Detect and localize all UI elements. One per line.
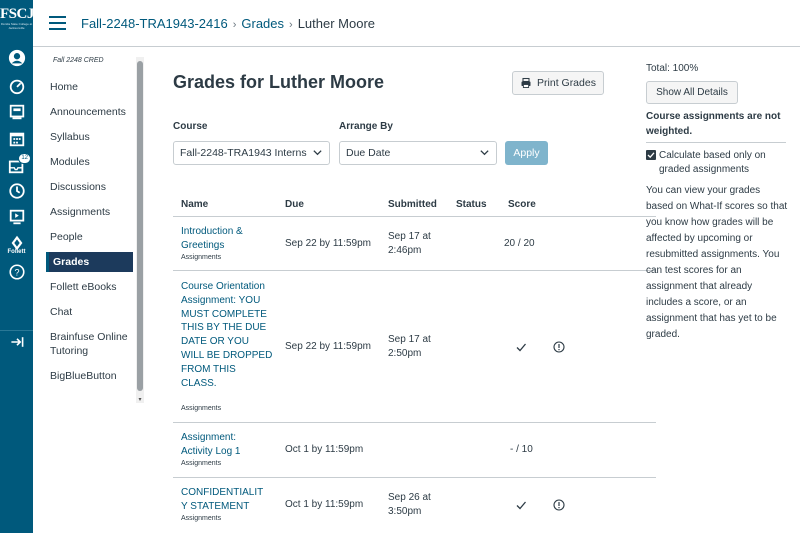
course-nav-assignments[interactable]: Assignments (46, 202, 133, 222)
assignment-link[interactable]: Introduction & Greetings (181, 225, 271, 253)
course-nav-people[interactable]: People (46, 227, 133, 247)
logo-subtext: Florida State College at Jacksonville (0, 22, 33, 30)
due-date: Oct 1 by 11:59pm (285, 444, 364, 455)
course-nav-scrollbar[interactable]: ▾ (136, 57, 144, 403)
logo-text: FSCJ (0, 6, 34, 22)
table-divider (173, 270, 656, 271)
calculate-graded-only-label[interactable]: Calculate based only on graded assignmen… (659, 149, 789, 177)
arrange-by-value: Due Date (346, 147, 391, 159)
account-icon[interactable] (0, 45, 33, 71)
assignment-group: Assignments (181, 460, 222, 467)
inbox-badge: 12 (18, 153, 31, 164)
chevron-down-icon (480, 150, 489, 156)
inbox-icon[interactable]: 12 (0, 153, 33, 179)
arrange-select-label: Arrange By (339, 121, 393, 132)
scroll-down-arrow-icon[interactable]: ▾ (136, 396, 144, 403)
breadcrumb: Fall-2248-TRA1943-2416 › Grades › Luther Moo… (81, 16, 375, 31)
studio-icon[interactable] (0, 204, 33, 230)
assignment-link[interactable]: Assignment: Activity Log 1 (181, 431, 256, 459)
apply-button[interactable]: Apply (505, 141, 548, 165)
submitted-date: Sep 26 at 3:50pm (388, 492, 431, 517)
hamburger-menu-icon[interactable] (49, 16, 66, 30)
course-nav-brainfuse[interactable]: Brainfuse Online Tutoring (46, 327, 133, 361)
course-select[interactable]: Fall-2248-TRA1943 Interns (173, 141, 330, 165)
breadcrumb-course[interactable]: Fall-2248-TRA1943-2416 (81, 16, 228, 31)
breadcrumb-current: Luther Moore (297, 16, 376, 31)
course-select-value: Fall-2248-TRA1943 Interns (180, 147, 307, 159)
course-nav-follett-ebooks[interactable]: Follett eBooks (46, 277, 133, 297)
course-nav-grades[interactable]: Grades (46, 252, 133, 272)
assignment-link[interactable]: Course Orientation Assignment: YOU MUST … (181, 280, 273, 390)
course-nav-home[interactable]: Home (46, 77, 133, 97)
checkmark-icon (516, 501, 526, 510)
fscj-logo[interactable]: FSCJ Florida State College at Jacksonvil… (0, 6, 34, 40)
column-header-score[interactable]: Score (508, 199, 536, 210)
due-date: Sep 22 by 11:59pm (285, 238, 371, 249)
column-header-name[interactable]: Name (181, 199, 208, 210)
courses-icon[interactable] (0, 99, 33, 125)
course-nav: Fall 2248 CRED Home Announcements Syllab… (46, 57, 146, 407)
page-title: Grades for Luther Moore (173, 72, 385, 92)
print-grades-label: Print Grades (537, 77, 596, 89)
course-nav-chat[interactable]: Chat (46, 302, 133, 322)
checkmark-icon (516, 343, 526, 352)
help-icon[interactable]: ? (0, 259, 33, 285)
breadcrumb-chevron-icon: › (289, 19, 293, 31)
due-date: Oct 1 by 11:59pm (285, 499, 364, 510)
course-term: Fall 2248 CRED (53, 57, 104, 64)
whatif-description: You can view your grades based on What-I… (646, 185, 788, 340)
course-nav-announcements[interactable]: Announcements (46, 102, 133, 122)
submitted-date: Sep 17 at 2:46pm (388, 231, 431, 256)
course-nav-syllabus[interactable]: Syllabus (46, 127, 133, 147)
info-icon[interactable] (553, 499, 565, 511)
calculate-graded-only-checkbox[interactable] (646, 150, 656, 160)
arrange-by-select[interactable]: Due Date (339, 141, 497, 165)
table-divider (173, 477, 656, 478)
assignment-group: Assignments (181, 254, 222, 261)
checkmark-icon (647, 152, 655, 159)
weighting-note: Course assignments are not weighted. (646, 111, 781, 137)
print-grades-button[interactable]: Print Grades (512, 71, 604, 95)
column-header-status[interactable]: Status (456, 199, 487, 210)
page-header: Fall-2248-TRA1943-2416 › Grades › Luther Moo… (33, 0, 800, 47)
assignment-link[interactable]: CONFIDENTIALITY STATEMENT (181, 486, 269, 514)
scrollbar-thumb[interactable] (137, 61, 143, 391)
course-nav-bigbluebutton[interactable]: BigBlueButton (46, 366, 133, 386)
svg-text:?: ? (14, 268, 19, 278)
calendar-icon[interactable] (0, 126, 33, 152)
table-divider (173, 422, 656, 423)
course-select-label: Course (173, 121, 208, 132)
follett-label: Follett (7, 249, 26, 255)
printer-icon (521, 77, 531, 88)
dashboard-icon[interactable] (0, 73, 33, 99)
history-icon[interactable] (0, 178, 33, 204)
column-header-due[interactable]: Due (285, 199, 304, 210)
course-nav-discussions[interactable]: Discussions (46, 177, 133, 197)
show-all-details-button[interactable]: Show All Details (646, 81, 738, 104)
breadcrumb-grades[interactable]: Grades (241, 16, 284, 31)
assignment-group: Assignments (181, 405, 222, 412)
column-header-submitted[interactable]: Submitted (388, 199, 437, 210)
info-icon[interactable] (553, 341, 565, 353)
global-nav: FSCJ Florida State College at Jacksonvil… (0, 0, 34, 533)
panel-divider (646, 142, 786, 143)
collapse-nav-icon[interactable] (0, 330, 33, 352)
breadcrumb-chevron-icon: › (232, 19, 237, 31)
total-grade: Total: 100% (646, 63, 699, 74)
submitted-date: Sep 17 at 2:50pm (388, 334, 431, 359)
table-divider (173, 216, 656, 217)
assignment-group: Assignments (181, 515, 222, 522)
score: - / 10 (510, 444, 533, 455)
score: 20 / 20 (504, 238, 535, 249)
due-date: Sep 22 by 11:59pm (285, 341, 371, 352)
chevron-down-icon (313, 150, 322, 156)
course-nav-modules[interactable]: Modules (46, 152, 133, 172)
